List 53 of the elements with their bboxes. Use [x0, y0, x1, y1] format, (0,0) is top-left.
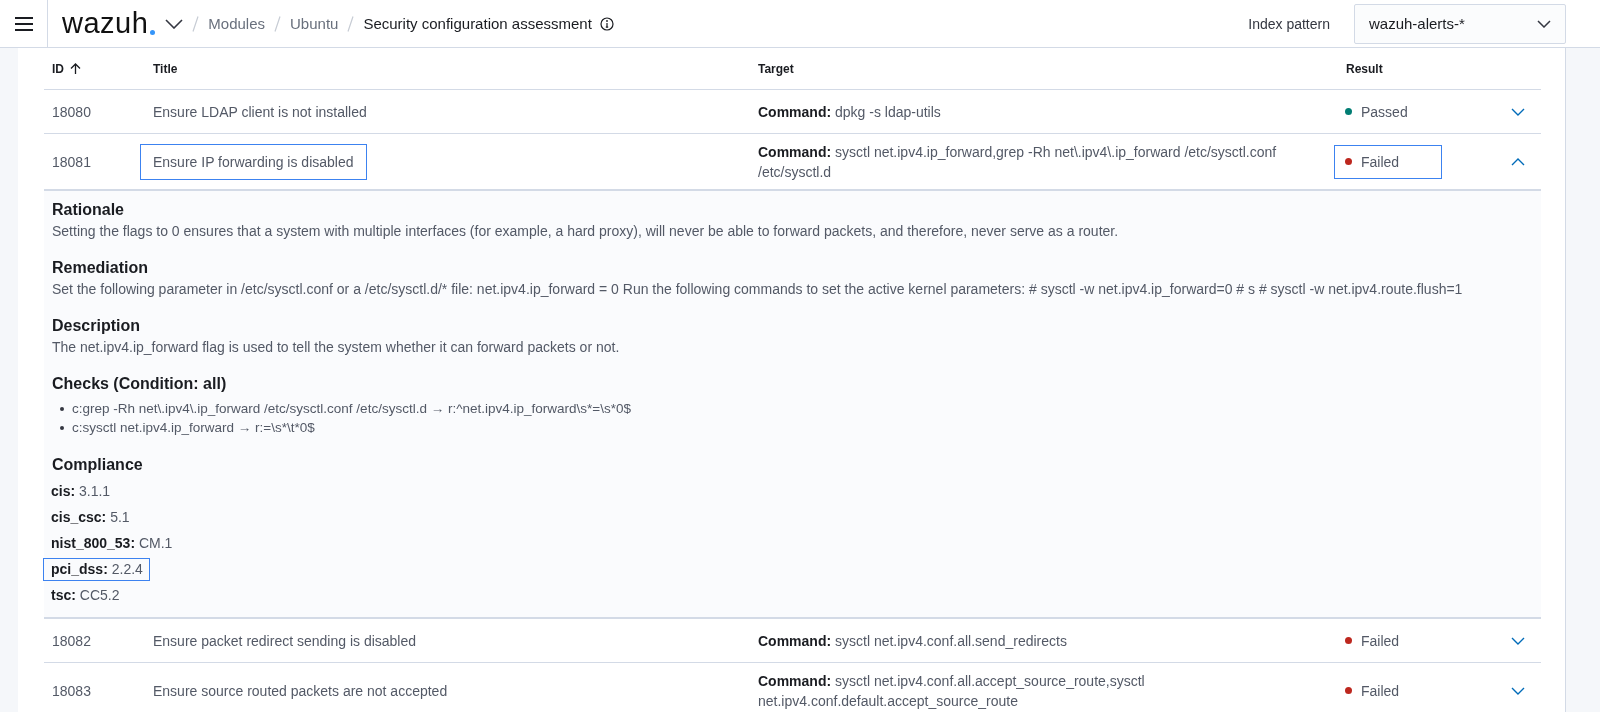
page-title: Security configuration assessment: [363, 15, 592, 32]
id-cell-text: 18083: [51, 681, 92, 701]
title-cell-text: Ensure source routed packets are not accepted: [152, 681, 449, 701]
column-header[interactable]: Result: [1346, 61, 1383, 76]
result-status: Failed: [1334, 673, 1413, 708]
breadcrumb-separator-icon: [347, 15, 355, 32]
section-heading: Remediation: [52, 259, 148, 277]
chevron-down-icon: [1537, 19, 1551, 28]
result-status: Passed: [1334, 94, 1421, 129]
compliance-item: cis_csc: 5.1: [50, 508, 131, 527]
bullet-icon: [60, 406, 64, 411]
check-item: c:grep -Rh net\.ipv4\.ip_forward /etc/sysctl.conf /etc/sysctl.d → r:^net.ipv4.ip_forward\s*=\s*0$: [72, 400, 631, 418]
target-cell-text: Command: sysctl net.ipv4.conf.all.accept_source_route,sysctl net.ipv4.conf.default.accept_source_route: [757, 671, 1146, 711]
breadcrumb-link[interactable]: Modules: [208, 15, 266, 32]
column-header[interactable]: Title: [153, 61, 178, 76]
breadcrumb-separator-icon: [274, 15, 282, 32]
title-cell-text: Ensure packet redirect sending is disabled: [152, 631, 418, 651]
check-item: c:sysctl net.ipv4.ip_forward → r:=\s*\t*0$: [72, 419, 315, 437]
chevron-down-icon: [165, 18, 184, 29]
breadcrumb-link[interactable]: Ubuntu: [290, 15, 339, 32]
compliance-item: pci_dss: 2.2.4: [43, 558, 150, 581]
menu-icon: [14, 16, 33, 31]
section-text: The net.ipv4.ip_forward flag is used to tell the system whether it can forward packets or not.: [52, 338, 620, 356]
section-text: Setting the flags to 0 ensures that a system with multiple interfaces (for example, a hard proxy), will never be able to forward packets, and therefore, never serve as a router.: [52, 222, 1119, 240]
info-icon[interactable]: [599, 16, 614, 31]
column-header[interactable]: Target: [758, 61, 794, 76]
result-status: Failed: [1334, 623, 1413, 658]
section-text: Set the following parameter in /etc/sysctl.conf or a /etc/sysctl.d/* file: net.ipv4.ip_forward = 0 Run the following commands to set the active kernel parameters: # sysctl -w net.ipv4.ip_forward=0 # s # sysctl -w net.ipv4.route.flush=1: [52, 280, 1463, 298]
target-cell-text: Command: sysctl net.ipv4.ip_forward,grep -Rh net\.ipv4\.ip_forward /etc/sysctl.conf /etc/sysctl.d: [757, 142, 1278, 182]
bullet-icon: [60, 425, 64, 430]
result-status: Failed: [1334, 144, 1443, 179]
index-pattern-select[interactable]: wazuh-alerts-*: [1354, 3, 1566, 44]
breadcrumb-separator-icon: [192, 15, 200, 32]
id-cell-text: 18082: [51, 631, 92, 651]
logo-dot-icon: [150, 30, 156, 35]
title-cell-text: Ensure LDAP client is not installed: [152, 102, 368, 122]
id-cell-text: 18080: [51, 102, 92, 122]
dropdown-button[interactable]: [165, 18, 184, 29]
compliance-item: cis: 3.1.1: [50, 482, 112, 501]
section-heading: Rationale: [52, 201, 124, 219]
id-cell-text: 18081: [51, 152, 92, 172]
sort-up-arrow-icon: [70, 63, 81, 74]
logo-text: wazuh: [62, 9, 149, 38]
compliance-item: nist_800_53: CM.1: [50, 534, 174, 553]
section-heading: Checks (Condition: all): [52, 375, 227, 393]
title-cell: Ensure IP forwarding is disabled: [140, 143, 367, 180]
section-heading: Compliance: [52, 456, 143, 474]
compliance-item: tsc: CC5.2: [50, 586, 121, 605]
column-header[interactable]: ID: [52, 61, 81, 76]
field-label: Index pattern: [1248, 15, 1330, 32]
target-cell-text: Command: dpkg -s ldap-utils: [757, 102, 942, 122]
section-heading: Description: [52, 317, 140, 335]
target-cell-text: Command: sysctl net.ipv4.conf.all.send_redirects: [757, 631, 1068, 651]
